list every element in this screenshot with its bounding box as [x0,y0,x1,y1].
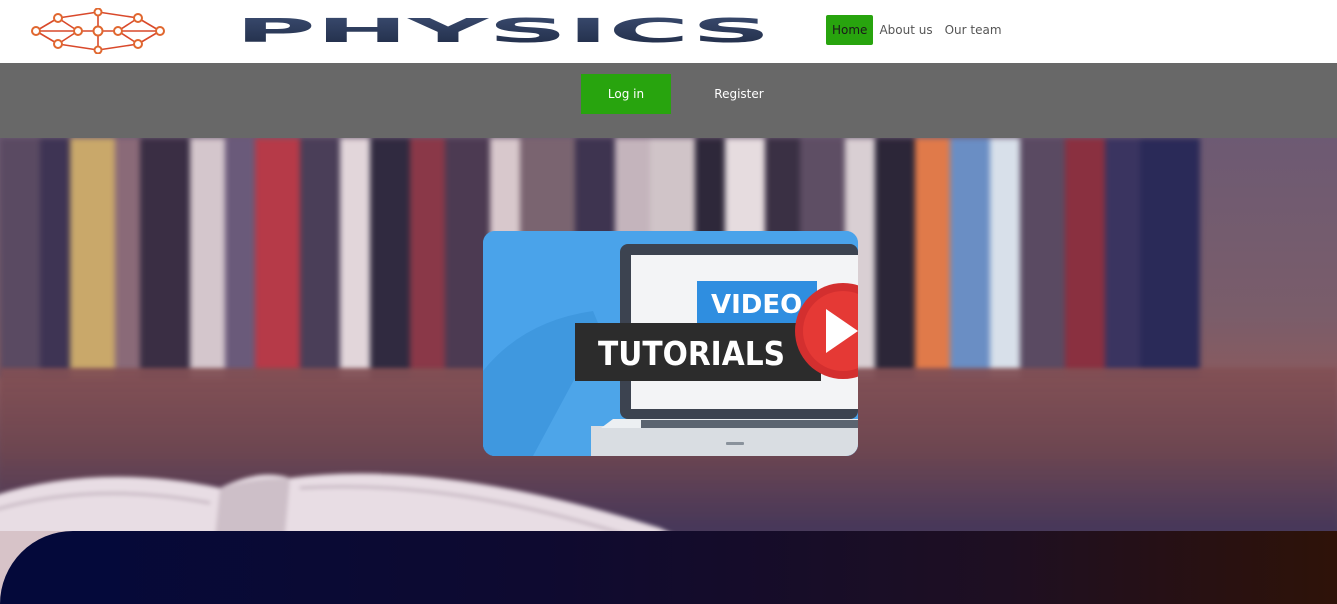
tutorials-label: TUTORIALS [598,334,785,373]
nav-our-team[interactable]: Our team [939,15,1008,45]
open-book-image [0,473,666,531]
wordmark-text: PHYSICS [235,14,771,48]
auth-bar: Log in Register [0,63,1337,138]
site-wordmark[interactable]: PHYSICS [233,11,773,50]
main-nav: Home About us Our team [826,15,1008,45]
site-logo[interactable] [28,7,168,55]
video-tutorials-card[interactable]: VIDEO TUTORIALS [483,231,858,456]
site-header: PHYSICS Home About us Our team [0,0,1337,63]
login-button[interactable]: Log in [581,74,671,114]
bottom-section-curve [0,531,120,604]
register-link[interactable]: Register [704,74,774,114]
molecule-network-icon [31,7,165,55]
video-label: VIDEO [711,290,802,320]
nav-home[interactable]: Home [826,15,874,45]
nav-about-us[interactable]: About us [873,15,938,45]
bottom-section [0,531,1337,604]
hero-banner: VIDEO TUTORIALS [0,138,1337,531]
